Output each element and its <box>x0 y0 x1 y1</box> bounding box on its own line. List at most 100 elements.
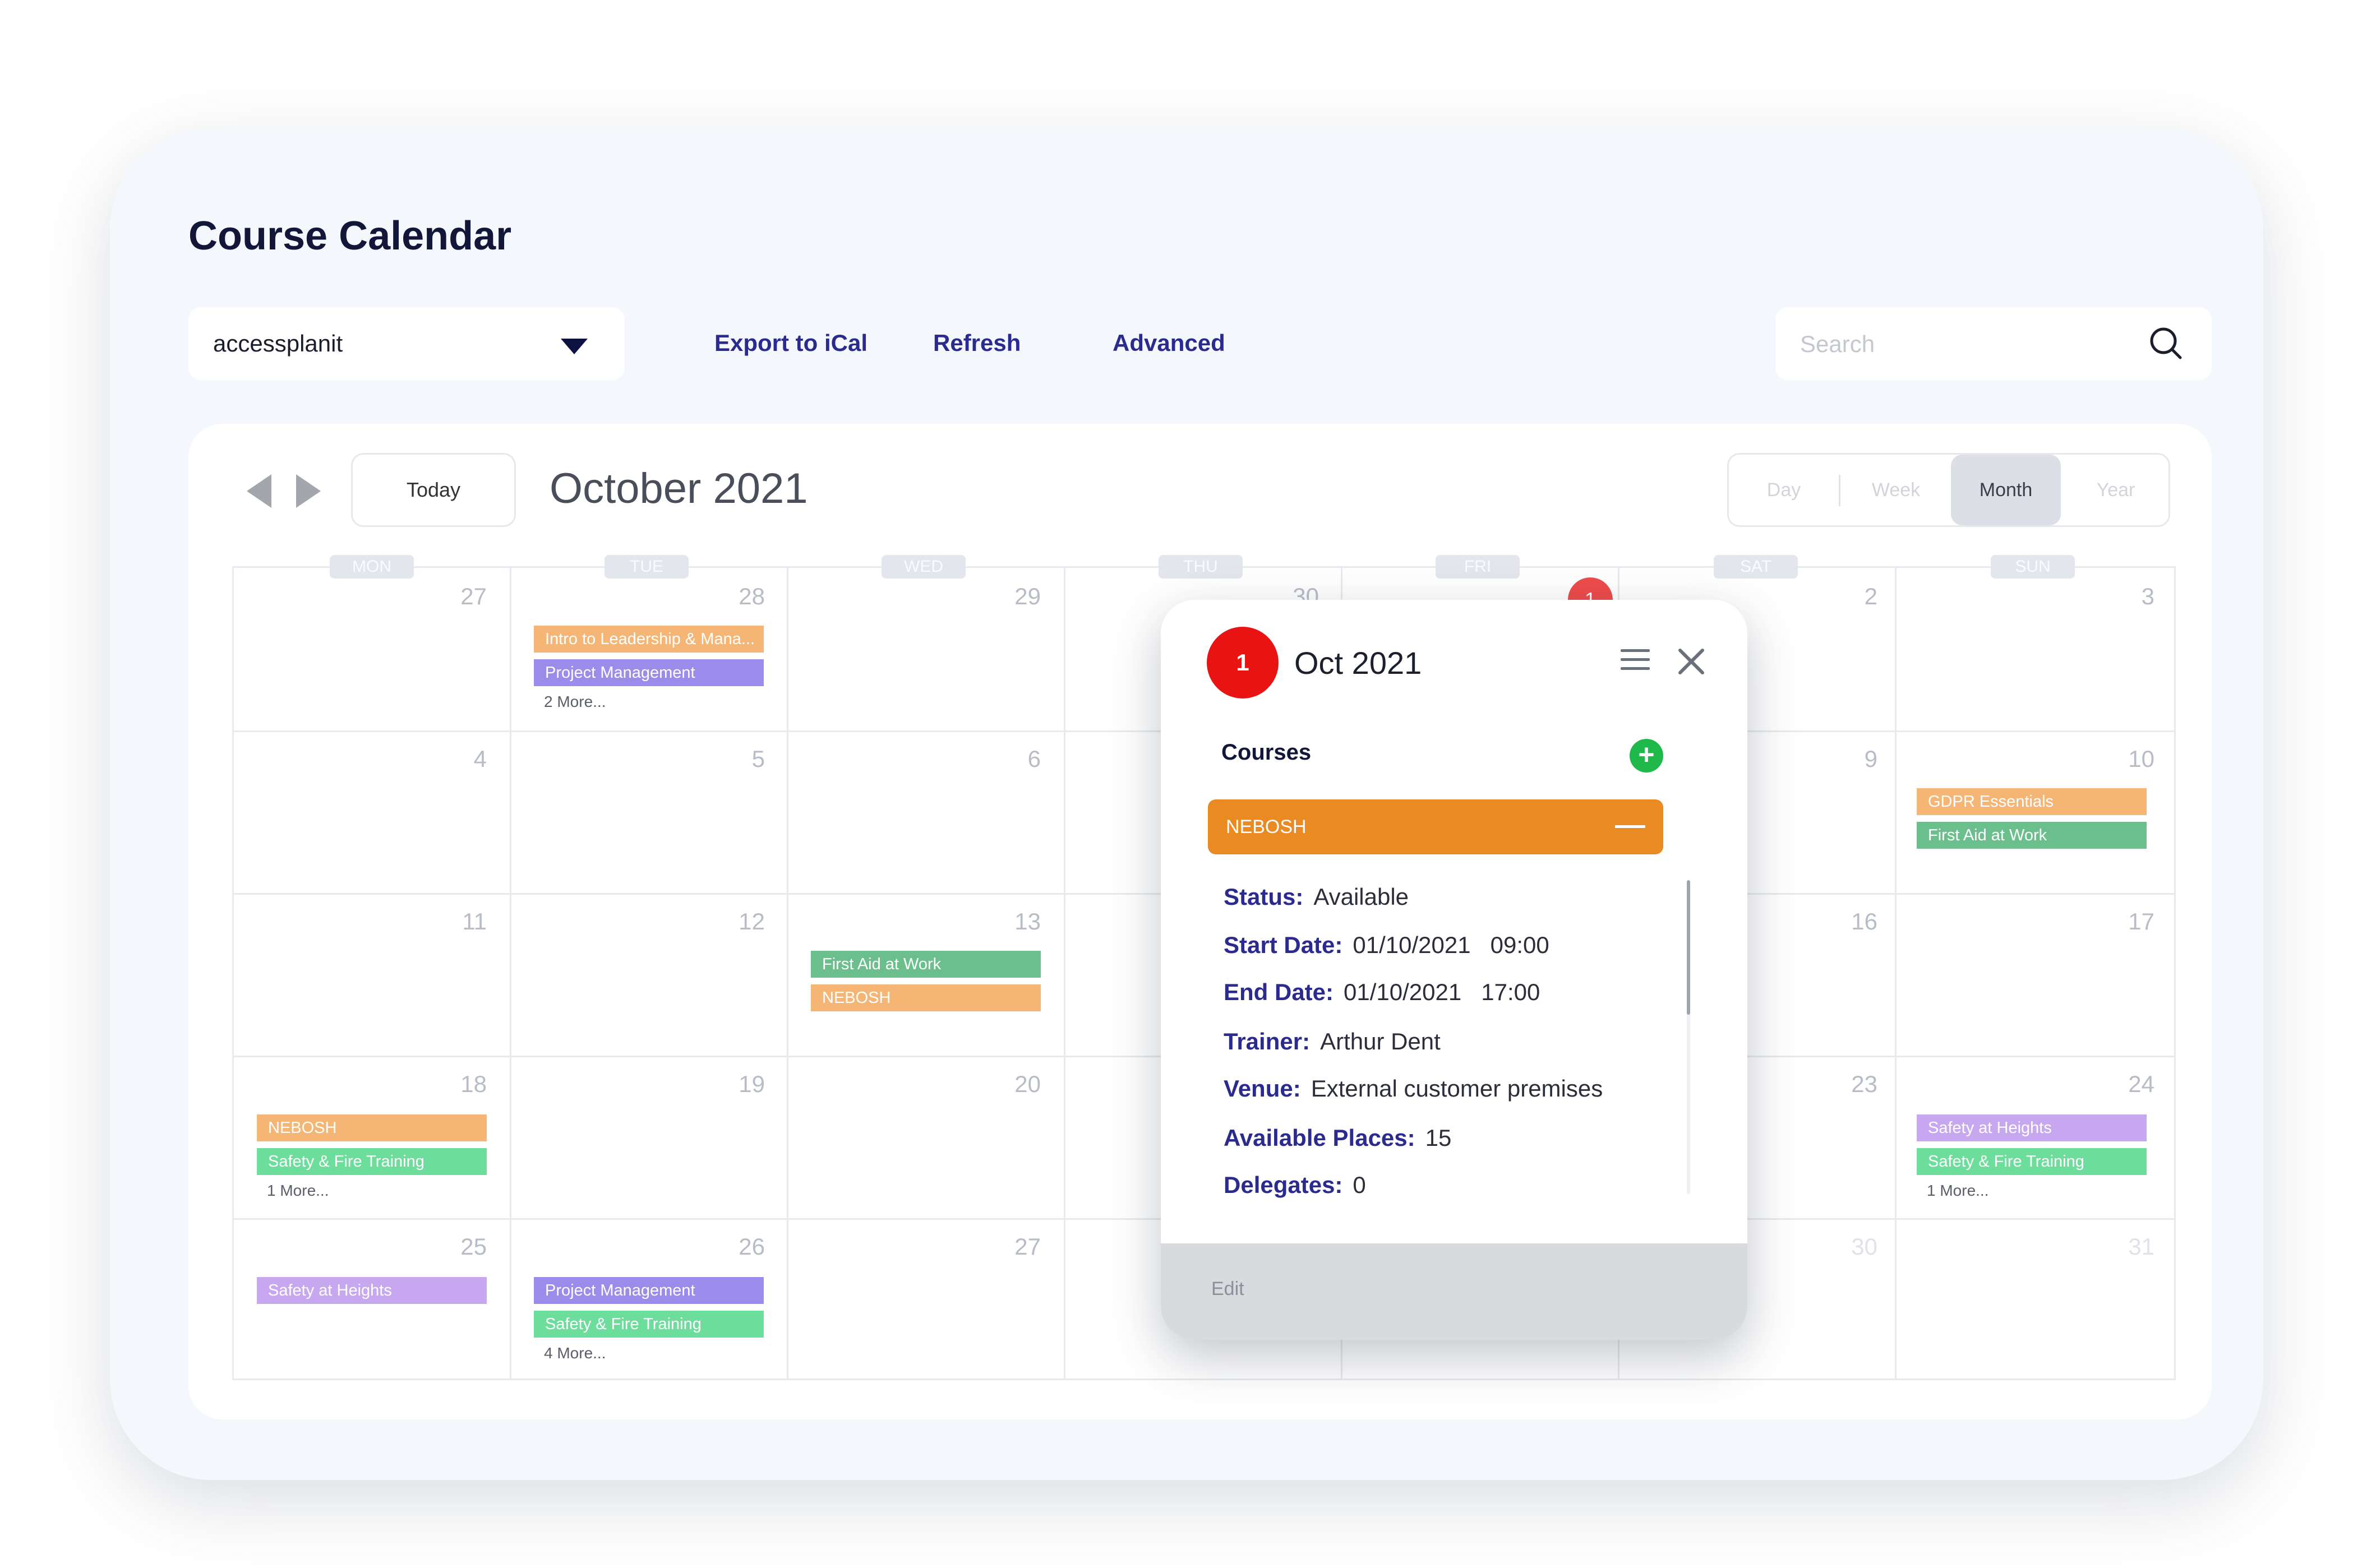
next-month-icon[interactable] <box>296 474 321 508</box>
calendar-event[interactable]: Safety & Fire Training <box>534 1311 764 1338</box>
more-events-link[interactable]: 2 More... <box>544 693 606 711</box>
search-icon[interactable] <box>2147 324 2185 362</box>
day-number[interactable]: 31 <box>2087 1233 2154 1260</box>
popup-scrollbar[interactable] <box>1687 880 1690 1194</box>
day-number[interactable]: 12 <box>698 908 765 935</box>
more-events-link[interactable]: 1 More... <box>1927 1182 1988 1200</box>
search-box <box>1775 307 2212 380</box>
menu-icon[interactable] <box>1621 649 1650 676</box>
calendar-event[interactable]: NEBOSH <box>811 984 1041 1011</box>
more-events-link[interactable]: 1 More... <box>267 1182 329 1200</box>
calendar-event[interactable]: First Aid at Work <box>1917 822 2147 849</box>
export-ical-link[interactable]: Export to iCal <box>714 330 868 357</box>
day-number[interactable]: 27 <box>419 583 487 610</box>
day-number[interactable]: 2 <box>1810 583 1877 610</box>
detail-label: Delegates: <box>1224 1172 1343 1198</box>
today-button[interactable]: Today <box>351 453 516 527</box>
detail-label: Trainer: <box>1224 1028 1311 1054</box>
more-events-link[interactable]: 4 More... <box>544 1344 606 1362</box>
day-number[interactable]: 25 <box>419 1233 487 1260</box>
calendar-event[interactable]: Safety & Fire Training <box>1917 1148 2147 1175</box>
detail-label: Status: <box>1224 884 1304 910</box>
view-month-button[interactable]: Month <box>1951 455 2061 525</box>
calendar-event[interactable]: Intro to Leadership & Mana... <box>534 626 764 653</box>
account-select-value: accessplanit <box>213 330 343 357</box>
day-number[interactable]: 10 <box>2087 746 2154 773</box>
scrollbar-thumb[interactable] <box>1687 880 1690 1015</box>
day-number[interactable]: 18 <box>419 1071 487 1098</box>
advanced-link[interactable]: Advanced <box>1113 330 1225 357</box>
current-month-label: October 2021 <box>550 465 808 512</box>
account-select[interactable]: accessplanit <box>188 307 625 380</box>
day-number[interactable]: 9 <box>1810 746 1877 773</box>
view-year-button[interactable]: Year <box>2061 455 2171 525</box>
day-number[interactable]: 23 <box>1810 1071 1877 1098</box>
detail-label: Available Places: <box>1224 1125 1415 1151</box>
calendar-event[interactable]: GDPR Essentials <box>1917 788 2147 815</box>
detail-value: 01/10/2021 09:00 <box>1353 932 1549 958</box>
day-number[interactable]: 28 <box>698 583 765 610</box>
popup-footer: Edit <box>1161 1243 1747 1340</box>
detail-status: Status: Available <box>1224 884 1409 910</box>
day-number[interactable]: 16 <box>1810 908 1877 935</box>
calendar-event[interactable]: First Aid at Work <box>811 951 1041 978</box>
day-number[interactable]: 3 <box>2087 583 2154 610</box>
detail-venue: Venue: External customer premises <box>1224 1075 1603 1102</box>
view-switcher: Day Week Month Year <box>1727 453 2170 527</box>
day-number[interactable]: 29 <box>973 583 1041 610</box>
detail-value: 01/10/2021 17:00 <box>1344 979 1540 1005</box>
course-accordion-header[interactable]: NEBOSH <box>1208 799 1663 854</box>
day-number[interactable]: 4 <box>419 746 487 773</box>
detail-value: Available <box>1313 884 1409 910</box>
edit-button[interactable]: Edit <box>1211 1278 1244 1300</box>
detail-value: 0 <box>1353 1172 1366 1198</box>
day-number[interactable]: 17 <box>2087 908 2154 935</box>
courses-heading: Courses <box>1221 740 1312 765</box>
calendar-event[interactable]: Safety & Fire Training <box>257 1148 487 1175</box>
day-number[interactable]: 11 <box>419 908 487 935</box>
day-number[interactable]: 24 <box>2087 1071 2154 1098</box>
calendar-event[interactable]: NEBOSH <box>257 1114 487 1141</box>
refresh-link[interactable]: Refresh <box>933 330 1021 357</box>
detail-start-date: Start Date: 01/10/2021 09:00 <box>1224 932 1549 959</box>
detail-delegates: Delegates: 0 <box>1224 1172 1366 1199</box>
calendar-event[interactable]: Safety at Heights <box>1917 1114 2147 1141</box>
detail-trainer: Trainer: Arthur Dent <box>1224 1028 1441 1055</box>
day-number[interactable]: 30 <box>1810 1233 1877 1260</box>
previous-month-icon[interactable] <box>247 474 271 508</box>
add-course-icon[interactable]: + <box>1630 739 1663 773</box>
grid-line <box>1064 568 1065 1379</box>
day-number[interactable]: 26 <box>698 1233 765 1260</box>
day-number[interactable]: 20 <box>973 1071 1041 1098</box>
detail-label: Venue: <box>1224 1075 1301 1102</box>
search-input[interactable] <box>1800 327 2114 361</box>
day-number[interactable]: 27 <box>973 1233 1041 1260</box>
caret-down-icon <box>561 339 588 354</box>
weekday-fri: FRI <box>1436 555 1520 579</box>
collapse-icon[interactable] <box>1615 825 1645 828</box>
view-week-button[interactable]: Week <box>1841 455 1951 525</box>
view-separator <box>1839 475 1840 506</box>
detail-value: 15 <box>1425 1125 1452 1151</box>
course-name: NEBOSH <box>1226 816 1307 838</box>
detail-label: Start Date: <box>1224 932 1343 958</box>
day-detail-popup: 1 Oct 2021 Courses + NEBOSH Status: Avail… <box>1161 600 1747 1340</box>
weekday-thu: THU <box>1159 555 1243 579</box>
calendar-event[interactable]: Project Management <box>534 659 764 686</box>
page-title: Course Calendar <box>188 214 512 258</box>
detail-value: Arthur Dent <box>1320 1028 1441 1054</box>
detail-end-date: End Date: 01/10/2021 17:00 <box>1224 979 1540 1006</box>
view-day-button[interactable]: Day <box>1729 455 1839 525</box>
calendar-event[interactable]: Safety at Heights <box>257 1277 487 1304</box>
day-number[interactable]: 13 <box>973 908 1041 935</box>
weekday-sun: SUN <box>1991 555 2075 579</box>
detail-value: External customer premises <box>1311 1075 1603 1102</box>
day-number[interactable]: 19 <box>698 1071 765 1098</box>
day-number[interactable]: 6 <box>973 746 1041 773</box>
day-number[interactable]: 5 <box>698 746 765 773</box>
weekday-mon: MON <box>330 555 414 579</box>
close-icon[interactable] <box>1674 645 1708 678</box>
grid-line <box>510 568 511 1379</box>
calendar-event[interactable]: Project Management <box>534 1277 764 1304</box>
weekday-sat: SAT <box>1714 555 1798 579</box>
